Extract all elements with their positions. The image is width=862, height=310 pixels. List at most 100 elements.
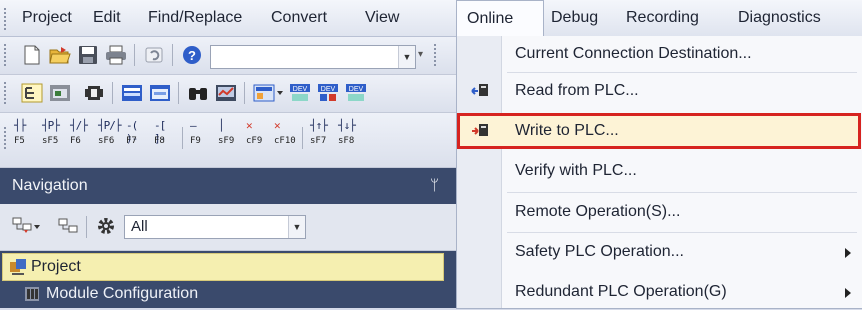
project-tree: Project Module Configuration	[0, 251, 470, 308]
fkey-label: F6	[70, 136, 81, 146]
delete-line-symbol: ✕	[246, 119, 253, 132]
navigation-toolbar: All ▼	[0, 204, 470, 251]
menu-item-safety-plc-operation[interactable]: Safety PLC Operation...	[457, 234, 861, 270]
rising-edge-symbol: ┤↑├	[310, 119, 328, 132]
fkey-cf9-button[interactable]: ✕ cF9	[244, 117, 272, 147]
fkey-sf8-button[interactable]: ┤↓├ sF8	[336, 117, 364, 147]
fkey-f6-button[interactable]: ┤/├ F6	[68, 117, 96, 147]
fkey-label: F9	[190, 136, 201, 146]
menu-item-read-from-plc[interactable]: Read from PLC...	[457, 73, 861, 109]
navigation-filter-select[interactable]: All ▼	[124, 215, 306, 239]
menu-item-verify-with-plc[interactable]: Verify with PLC...	[457, 153, 861, 189]
open-folder-icon[interactable]	[48, 43, 72, 67]
undo-icon[interactable]	[142, 43, 166, 67]
toolbar-search-combo[interactable]: ▼	[210, 45, 416, 69]
fkey-sf9-button[interactable]: │ sF9	[216, 117, 244, 147]
menu-item-label: Write to PLC...	[515, 122, 619, 139]
filter-value: All	[131, 218, 148, 235]
menu-recording[interactable]: Recording	[626, 0, 699, 36]
chevron-down-icon[interactable]: ▼	[288, 216, 305, 238]
fkey-f9-button[interactable]: — F9	[188, 117, 216, 147]
contact-symbol: ┤├	[14, 119, 26, 132]
menu-find-replace[interactable]: Find/Replace	[148, 0, 242, 36]
menu-item-label: Current Connection Destination...	[515, 45, 752, 62]
dev-list-icon[interactable]: DEV	[344, 81, 368, 105]
toolbar-separator	[244, 82, 245, 104]
menu-item-redundant-plc-operation[interactable]: Redundant PLC Operation(G)	[457, 274, 861, 310]
standard-toolbar: ? ▼ ▾	[0, 37, 470, 75]
menu-item-current-connection[interactable]: Current Connection Destination...	[457, 36, 861, 72]
fkey-label: F7	[126, 136, 137, 146]
program-toolbar: DEV DEV DEV	[0, 75, 470, 113]
new-file-icon[interactable]	[20, 43, 44, 67]
tree-collapse-icon[interactable]	[56, 214, 80, 238]
falling-edge-symbol: ┤↓├	[338, 119, 356, 132]
tree-expand-icon[interactable]	[10, 214, 42, 238]
toolbar-grip[interactable]	[4, 82, 9, 104]
toolbar-separator	[86, 216, 87, 238]
device-monitor-icon[interactable]	[214, 81, 238, 105]
window-icon[interactable]	[48, 81, 72, 105]
menu-item-label: Verify with PLC...	[515, 162, 637, 179]
fkey-sf6-button[interactable]: ┤P/├ sF6	[96, 117, 124, 147]
fkey-label: sF7	[310, 136, 327, 146]
svg-text:DEV: DEV	[349, 86, 364, 93]
fkey-label: sF6	[98, 136, 115, 146]
online-menu: Current Connection Destination... Read f…	[456, 36, 862, 309]
toolbar-separator	[302, 127, 303, 149]
fkey-label: F8	[154, 136, 165, 146]
svg-text:DEV: DEV	[293, 86, 308, 93]
print-icon[interactable]	[104, 43, 128, 67]
dev-compare-icon[interactable]: DEV	[316, 81, 340, 105]
menu-item-write-to-plc[interactable]: Write to PLC...	[457, 113, 861, 149]
menu-convert[interactable]: Convert	[271, 0, 327, 36]
svg-text:DEV: DEV	[321, 86, 336, 93]
toolbar-grip[interactable]	[4, 44, 9, 66]
tree-item-module-configuration[interactable]: Module Configuration	[20, 281, 440, 307]
menu-debug[interactable]: Debug	[551, 0, 598, 36]
menu-online[interactable]: Online	[456, 0, 544, 38]
toolbar-separator	[112, 82, 113, 104]
list-view-icon[interactable]	[120, 81, 144, 105]
hline-symbol: —	[190, 119, 197, 132]
fkey-label: sF5	[42, 136, 59, 146]
menu-view[interactable]: View	[365, 0, 399, 36]
fkey-f8-button[interactable]: -[ ]- F8	[152, 117, 180, 147]
chevron-down-icon[interactable]: ▼	[398, 46, 415, 68]
gear-icon[interactable]	[94, 214, 118, 238]
menu-diagnostics[interactable]: Diagnostics	[738, 0, 821, 36]
contact-symbol: ┤P/├	[98, 119, 121, 132]
module-icon[interactable]	[82, 81, 106, 105]
fkey-sf7-button[interactable]: ┤↑├ sF7	[308, 117, 336, 147]
toolbar-overflow-icon[interactable]: ▾	[418, 49, 423, 60]
toolbar-separator	[182, 127, 183, 149]
read-plc-icon	[471, 84, 488, 96]
menu-project[interactable]: Project	[22, 0, 72, 36]
pin-icon[interactable]: ᛘ	[430, 168, 439, 204]
device-batch-icon[interactable]	[252, 81, 284, 105]
fkey-f7-button[interactable]: -( )- F7	[124, 117, 152, 147]
fkey-f5-button[interactable]: ┤├ F5	[12, 117, 40, 147]
toolbar-grip[interactable]	[4, 127, 9, 149]
toolbar-separator	[172, 44, 173, 66]
menu-separator	[507, 232, 857, 233]
save-icon[interactable]	[76, 43, 100, 67]
menu-edit[interactable]: Edit	[93, 0, 121, 36]
fkey-cf10-button[interactable]: ✕ cF10	[272, 117, 300, 147]
fkey-sf5-button[interactable]: ┤P├ sF5	[40, 117, 68, 147]
dev-icon[interactable]: DEV	[288, 81, 312, 105]
menu-item-label: Redundant PLC Operation(G)	[515, 283, 727, 300]
module-configuration-icon	[25, 287, 39, 301]
help-icon[interactable]: ?	[180, 43, 204, 67]
binoculars-icon[interactable]	[186, 81, 210, 105]
menubar-grip[interactable]	[4, 8, 9, 30]
tree-item-project[interactable]: Project	[2, 253, 444, 281]
fkey-label: F5	[14, 136, 25, 146]
toolbar-grip[interactable]	[434, 44, 439, 66]
menu-bar: Project Edit Find/Replace Convert View O…	[0, 0, 862, 38]
menu-item-remote-operation[interactable]: Remote Operation(S)...	[457, 194, 861, 230]
ladder-toolbar: ┤├ F5 ┤P├ sF5 ┤/├ F6 ┤P/├ sF6 -( )- F7 -[ ]- F…	[0, 113, 470, 168]
dialog-icon[interactable]	[148, 81, 172, 105]
tree-item-label: Project	[31, 258, 81, 275]
project-tree-icon[interactable]	[20, 81, 44, 105]
